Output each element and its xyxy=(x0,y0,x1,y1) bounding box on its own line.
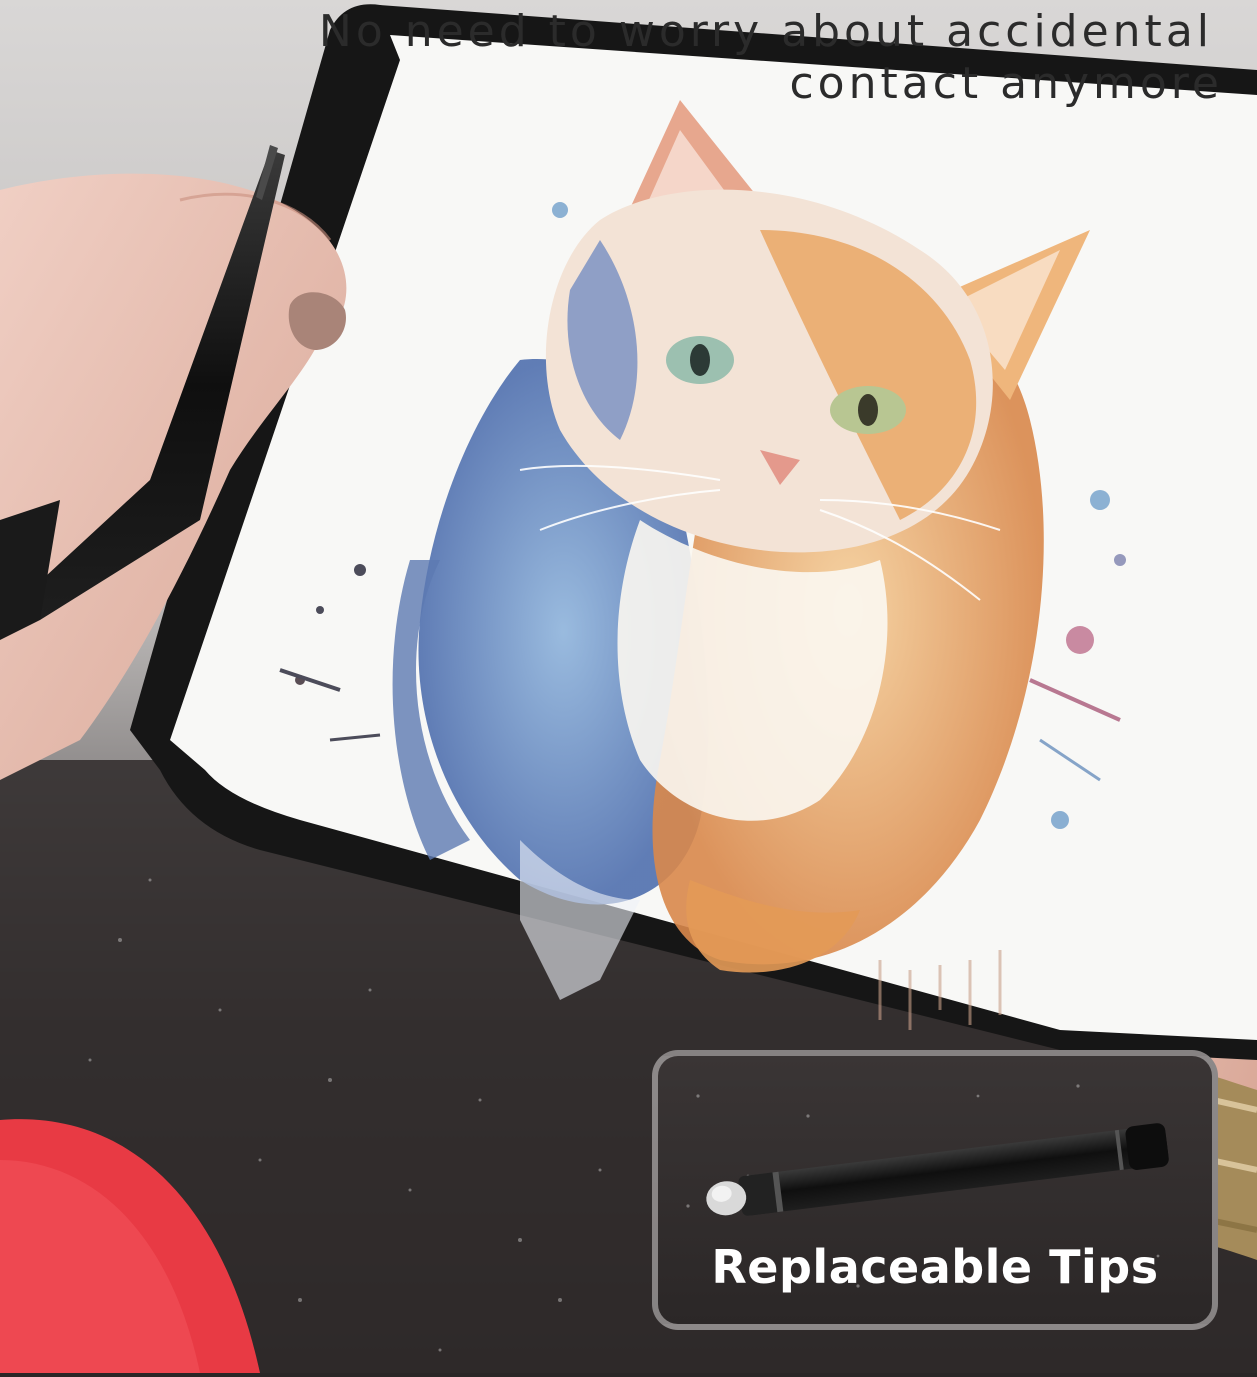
product-photo: No need to worry about accidental contac… xyxy=(0,0,1257,1373)
headline-line-1: No need to worry about accidental xyxy=(318,6,1213,57)
inset-caption: Replaceable Tips xyxy=(711,1240,1159,1294)
headline: No need to worry about accidental contac… xyxy=(319,6,1223,110)
replaceable-tips-inset: Replaceable Tips xyxy=(652,1050,1218,1330)
headline-line-2: contact anymore xyxy=(789,58,1223,109)
